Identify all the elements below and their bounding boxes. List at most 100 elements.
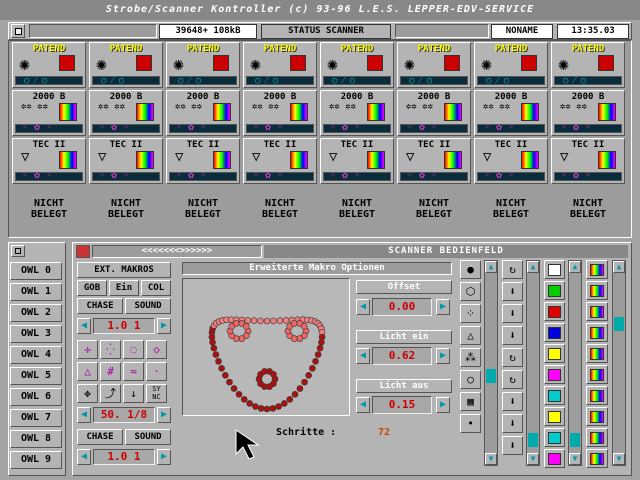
licht-ein-left-arrow[interactable]: ◀ bbox=[356, 348, 370, 364]
spin2-right-arrow[interactable]: ▶ bbox=[157, 407, 171, 423]
licht-aus-left-arrow[interactable]: ◀ bbox=[356, 397, 370, 413]
hash-icon[interactable]: # bbox=[100, 362, 121, 381]
owl-button[interactable]: OWL 8 bbox=[10, 430, 62, 448]
circle-pattern-icon[interactable]: ◌ bbox=[123, 340, 144, 359]
arrow-down-6-icon[interactable]: ⬇ bbox=[502, 436, 523, 455]
device-cell-patend[interactable]: PATEND ✺ ○ ⁄ ○ bbox=[474, 42, 548, 88]
scroll-thumb[interactable] bbox=[486, 369, 496, 383]
owl-button[interactable]: OWL 9 bbox=[10, 451, 62, 469]
device-cell-empty[interactable]: NICHT BELEGT bbox=[320, 198, 394, 220]
curve-icon[interactable]: ⤴ bbox=[100, 384, 121, 403]
rainbow-swatch[interactable] bbox=[586, 386, 608, 405]
color-swatch[interactable] bbox=[544, 302, 565, 321]
scanner-close-button[interactable] bbox=[76, 245, 90, 258]
device-cell-tec2[interactable]: TEC II ▽ ◦ ✿ ◦ bbox=[12, 138, 86, 184]
grid-icon[interactable]: ▦ bbox=[460, 392, 481, 411]
scroll-down-icon[interactable]: ▼ bbox=[569, 453, 581, 465]
scroll-down-icon[interactable]: ▼ bbox=[613, 453, 625, 465]
device-cell-tec2[interactable]: TEC II ▽ ◦ ✿ ◦ bbox=[551, 138, 625, 184]
licht-aus-right-arrow[interactable]: ▶ bbox=[436, 397, 450, 413]
device-cell-2000b[interactable]: 2000 B ✲✲ ✲✲ ◦ ✿ ◦ bbox=[474, 90, 548, 136]
scrollbar-3[interactable]: ▲ ▼ bbox=[568, 260, 582, 466]
close-button[interactable] bbox=[11, 24, 25, 38]
scrollbar-4[interactable]: ▲ ▼ bbox=[612, 260, 626, 466]
ring-icon[interactable]: ○ bbox=[460, 370, 481, 389]
scroll-up-icon[interactable]: ▲ bbox=[527, 261, 539, 273]
device-cell-patend[interactable]: PATEND ✺ ○ ⁄ ○ bbox=[320, 42, 394, 88]
color-swatch[interactable] bbox=[544, 260, 565, 279]
rotate-2-icon[interactable]: ↻ bbox=[502, 348, 523, 367]
gob-button[interactable]: GOB bbox=[77, 280, 107, 296]
triangle-icon[interactable]: △ bbox=[77, 362, 98, 381]
device-cell-2000b[interactable]: 2000 B ✲✲ ✲✲ ◦ ✿ ◦ bbox=[89, 90, 163, 136]
diamond-icon[interactable]: ◇ bbox=[146, 340, 167, 359]
rainbow-swatch[interactable] bbox=[586, 428, 608, 447]
device-cell-tec2[interactable]: TEC II ▽ ◦ ✿ ◦ bbox=[243, 138, 317, 184]
rainbow-swatch[interactable] bbox=[586, 302, 608, 321]
licht-ein-right-arrow[interactable]: ▶ bbox=[436, 348, 450, 364]
spin1-right-arrow[interactable]: ▶ bbox=[157, 318, 171, 334]
offset-left-arrow[interactable]: ◀ bbox=[356, 299, 370, 315]
sound2-button[interactable]: SOUND bbox=[125, 429, 171, 445]
pattern-canvas[interactable] bbox=[182, 278, 350, 416]
owl-button[interactable]: OWL 4 bbox=[10, 346, 62, 364]
device-cell-patend[interactable]: PATEND ✺ ○ ⁄ ○ bbox=[89, 42, 163, 88]
device-cell-2000b[interactable]: 2000 B ✲✲ ✲✲ ◦ ✿ ◦ bbox=[12, 90, 86, 136]
scrollbar-1[interactable]: ▲ ▼ bbox=[484, 260, 498, 466]
scroll-down-icon[interactable]: ▼ bbox=[485, 453, 497, 465]
chase2-button[interactable]: CHASE bbox=[77, 429, 123, 445]
rainbow-swatch[interactable] bbox=[586, 407, 608, 426]
scroll-thumb[interactable] bbox=[570, 433, 580, 447]
device-cell-tec2[interactable]: TEC II ▽ ◦ ✿ ◦ bbox=[166, 138, 240, 184]
offset-right-arrow[interactable]: ▶ bbox=[436, 299, 450, 315]
small-dot-icon[interactable]: • bbox=[460, 414, 481, 433]
triangle-shape-icon[interactable]: △ bbox=[460, 326, 481, 345]
device-cell-2000b[interactable]: 2000 B ✲✲ ✲✲ ◦ ✿ ◦ bbox=[551, 90, 625, 136]
rainbow-swatch[interactable] bbox=[586, 344, 608, 363]
scroll-up-icon[interactable]: ▲ bbox=[569, 261, 581, 273]
ext-makros-button[interactable]: EXT. MAKROS bbox=[77, 262, 171, 278]
dots-square-icon[interactable]: ⁛ bbox=[100, 340, 121, 359]
scroll-up-icon[interactable]: ▲ bbox=[613, 261, 625, 273]
device-cell-tec2[interactable]: TEC II ▽ ◦ ✿ ◦ bbox=[320, 138, 394, 184]
dot-pattern-icon[interactable]: ⁘ bbox=[460, 304, 481, 323]
device-cell-empty[interactable]: NICHT BELEGT bbox=[474, 198, 548, 220]
device-cell-patend[interactable]: PATEND ✺ ○ ⁄ ○ bbox=[166, 42, 240, 88]
filled-circle-icon[interactable]: ● bbox=[460, 260, 481, 279]
arrow-down-5-icon[interactable]: ⬇ bbox=[502, 414, 523, 433]
color-swatch[interactable] bbox=[544, 386, 565, 405]
device-cell-2000b[interactable]: 2000 B ✲✲ ✲✲ ◦ ✿ ◦ bbox=[243, 90, 317, 136]
device-cell-empty[interactable]: NICHT BELEGT bbox=[397, 198, 471, 220]
color-swatch[interactable] bbox=[544, 428, 565, 447]
sound-button[interactable]: SOUND bbox=[125, 298, 171, 314]
color-swatch[interactable] bbox=[544, 281, 565, 300]
device-cell-tec2[interactable]: TEC II ▽ ◦ ✿ ◦ bbox=[397, 138, 471, 184]
device-cell-patend[interactable]: PATEND ✺ ○ ⁄ ○ bbox=[12, 42, 86, 88]
device-cell-2000b[interactable]: 2000 B ✲✲ ✲✲ ◦ ✿ ◦ bbox=[320, 90, 394, 136]
device-cell-empty[interactable]: NICHT BELEGT bbox=[243, 198, 317, 220]
rainbow-swatch[interactable] bbox=[586, 260, 608, 279]
arrow-down-4-icon[interactable]: ⬇ bbox=[502, 392, 523, 411]
owl-button[interactable]: OWL 2 bbox=[10, 304, 62, 322]
scroll-down-icon[interactable]: ▼ bbox=[527, 453, 539, 465]
device-cell-2000b[interactable]: 2000 B ✲✲ ✲✲ ◦ ✿ ◦ bbox=[397, 90, 471, 136]
col-button[interactable]: COL bbox=[141, 280, 171, 296]
sparkle-icon[interactable]: ⁂ bbox=[460, 348, 481, 367]
device-cell-patend[interactable]: PATEND ✺ ○ ⁄ ○ bbox=[551, 42, 625, 88]
chase-button[interactable]: CHASE bbox=[77, 298, 123, 314]
crosshair-icon[interactable]: ✛ bbox=[77, 340, 98, 359]
color-swatch[interactable] bbox=[544, 323, 565, 342]
wave-icon[interactable]: ≈ bbox=[123, 362, 144, 381]
hexagon-icon[interactable]: ⬡ bbox=[460, 282, 481, 301]
spin2-left-arrow[interactable]: ◀ bbox=[77, 407, 91, 423]
device-cell-tec2[interactable]: TEC II ▽ ◦ ✿ ◦ bbox=[89, 138, 163, 184]
scanner-nav[interactable]: <<<<<<<>>>>>> bbox=[92, 245, 262, 258]
device-cell-empty[interactable]: NICHT BELEGT bbox=[89, 198, 163, 220]
spin3-right-arrow[interactable]: ▶ bbox=[157, 449, 171, 465]
arrow-down-2-icon[interactable]: ⬇ bbox=[502, 304, 523, 323]
rainbow-swatch[interactable] bbox=[586, 281, 608, 300]
owl-button[interactable]: OWL 7 bbox=[10, 409, 62, 427]
ein-button[interactable]: Ein bbox=[109, 280, 139, 296]
rotate-icon[interactable]: ↻ bbox=[502, 260, 523, 279]
sync-button[interactable]: SY NC bbox=[146, 384, 167, 403]
